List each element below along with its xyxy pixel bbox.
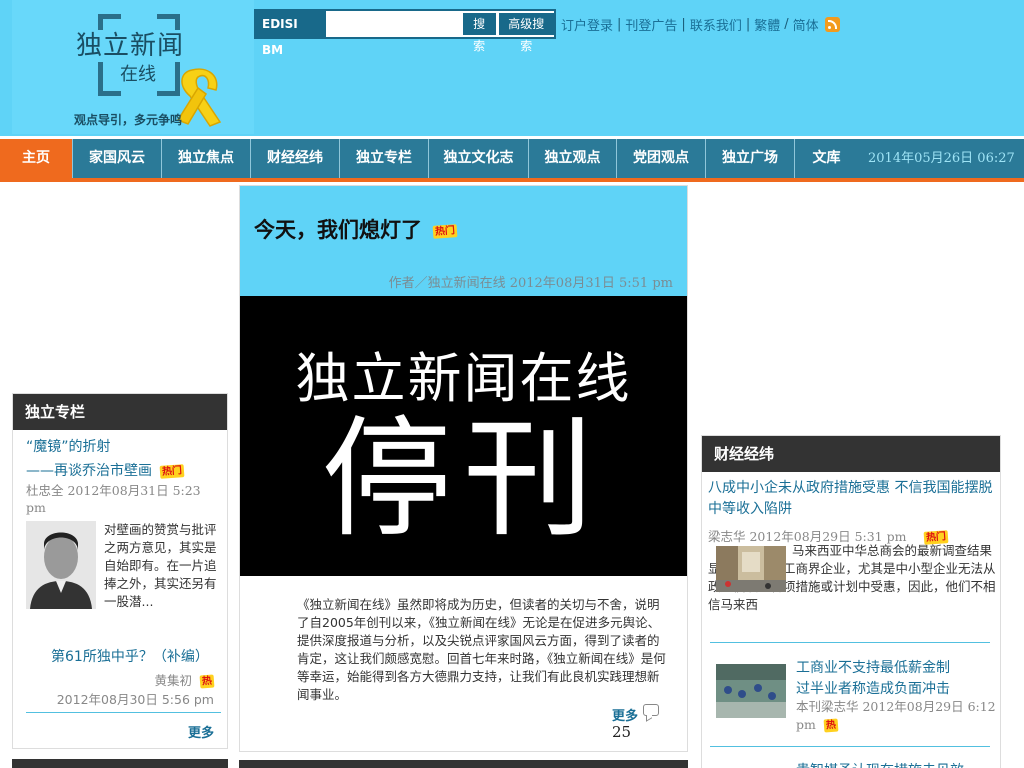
finance-box: 财经经纬 八成中小企未从政府措施受惠 不信我国能摆脱中等收入陷阱 梁志华 201… bbox=[701, 435, 1001, 768]
author-photo[interactable] bbox=[26, 521, 96, 609]
logo-main-text: 独立新闻 bbox=[74, 30, 187, 62]
search-input[interactable] bbox=[325, 12, 460, 36]
logo-tagline: 观点导引，多元争鸣 bbox=[74, 113, 183, 127]
column-article-title[interactable]: “魔镜”的折射 bbox=[26, 436, 111, 456]
column-article-2-title[interactable]: 第61所独中乎？（补编） bbox=[51, 646, 209, 666]
nav-item-archive[interactable]: 文库 bbox=[795, 139, 858, 178]
hot-badge: 热 bbox=[199, 674, 215, 689]
column-box-heading[interactable]: 独立专栏 bbox=[13, 394, 227, 430]
finance-article-title[interactable]: 八成中小企未从政府措施受惠 不信我国能摆脱中等收入陷阱 bbox=[708, 478, 998, 520]
separator: | bbox=[617, 17, 622, 32]
feature-title: 今天，我们熄灯了 热门 bbox=[254, 214, 458, 244]
feature-title-text[interactable]: 今天，我们熄灯了 bbox=[254, 218, 422, 242]
nav-item-focus[interactable]: 独立焦点 bbox=[162, 139, 251, 178]
column-article-2-author: 黄集初 热 bbox=[155, 670, 215, 689]
lang-separator: / bbox=[784, 17, 789, 32]
divider bbox=[710, 642, 990, 643]
nav-item-home[interactable]: 主页 bbox=[0, 139, 73, 178]
finance-article-2-title-line-2[interactable]: 过半业者称造成负面冲击 bbox=[796, 679, 996, 700]
advanced-search-button[interactable]: 高级搜索 bbox=[498, 13, 555, 53]
divider bbox=[26, 712, 221, 713]
banner-line-1: 独立新闻在线 bbox=[295, 347, 632, 410]
banner-line-2: 停刊 bbox=[321, 403, 606, 555]
finance-article-2-meta: 本刊梁志华 2012年08月29日 6:12 pm 热 bbox=[796, 698, 996, 734]
nav-item-forum[interactable]: 独立广场 bbox=[706, 139, 795, 178]
hot-badge: 热 bbox=[823, 718, 839, 733]
finance-article-2-photo[interactable] bbox=[716, 664, 786, 718]
feature-header: 今天，我们熄灯了 热门 作者／独立新闻在线 2012年08月31日 5:51 p… bbox=[240, 186, 687, 296]
feature-article: 今天，我们熄灯了 热门 作者／独立新闻在线 2012年08月31日 5:51 p… bbox=[239, 185, 688, 752]
nav-item-party-opinion[interactable]: 党团观点 bbox=[617, 139, 706, 178]
nav-item-finance[interactable]: 财经经纬 bbox=[251, 139, 340, 178]
separator: | bbox=[681, 17, 686, 32]
comment-count[interactable]: 25 bbox=[612, 723, 631, 741]
edition-label[interactable]: EDISI BM bbox=[256, 11, 326, 57]
column-article-excerpt: 对壁画的赞赏与批评之两方意见，其实是自始即有。在一片追捧之外，其实还另有一股潜.… bbox=[104, 522, 217, 609]
nav-item-culture[interactable]: 独立文化志 bbox=[429, 139, 529, 178]
rss-icon[interactable] bbox=[824, 17, 840, 32]
top-links: 订户登录 | 刊登广告 | 联系我们 | 繁體 / 简体 bbox=[561, 15, 840, 34]
current-date: 2014年05月26日 06:27 bbox=[868, 151, 1015, 166]
search-bar: EDISI BM 搜索 高级搜索 bbox=[254, 9, 556, 57]
divider bbox=[710, 746, 990, 747]
finance-article-3-title[interactable]: 贵智媒予认现在措施未见效 bbox=[796, 760, 964, 768]
finance-article-2-title: 工商业不支持最低薪金制 过半业者称造成负面冲击 bbox=[796, 658, 996, 700]
nav-item-opinion[interactable]: 独立观点 bbox=[529, 139, 617, 178]
simplified-chinese-link[interactable]: 简体 bbox=[793, 15, 819, 34]
finance-article-2-title-line-1[interactable]: 工商业不支持最低薪金制 bbox=[796, 658, 996, 679]
advertise-link[interactable]: 刊登广告 bbox=[625, 15, 677, 34]
column-article-2-date: 2012年08月30日 5:56 pm bbox=[56, 692, 214, 707]
factory-photo-icon bbox=[716, 664, 786, 718]
street-photo-icon bbox=[716, 546, 786, 592]
suspension-banner[interactable]: 独立新闻在线 停刊 bbox=[240, 296, 687, 576]
main-nav: 主页 家国风云 独立焦点 财经经纬 独立专栏 独立文化志 独立观点 党团观点 独… bbox=[0, 136, 1024, 182]
comment-icon[interactable] bbox=[643, 704, 659, 716]
subscriber-login-link[interactable]: 订户登录 bbox=[561, 15, 613, 34]
site-header: 独立新闻 在线 观点导引，多元争鸣 EDISI BM 搜索 高级搜索 订户登录 … bbox=[0, 0, 1024, 136]
feature-body: 《独立新闻在线》虽然即将成为历史，但读者的关切与不舍，说明了自2005年创刊以来… bbox=[297, 597, 666, 702]
next-box-heading bbox=[12, 759, 228, 768]
column-more-link[interactable]: 更多 bbox=[188, 722, 214, 741]
column-article-2-author-name: 黄集初 bbox=[154, 673, 193, 688]
column-box: 独立专栏 “魔镜”的折射 ——再谈乔治市壁画 热门 杜忠全 2012年08月31… bbox=[12, 393, 228, 749]
column-article-subtitle: ——再谈乔治市壁画 热门 bbox=[26, 460, 185, 480]
separator: | bbox=[745, 17, 751, 32]
feature-more-link[interactable]: 更多 bbox=[612, 705, 638, 724]
finance-box-heading[interactable]: 财经经纬 bbox=[702, 436, 1000, 472]
author-portrait-icon bbox=[26, 521, 96, 609]
traditional-chinese-link[interactable]: 繁體 bbox=[754, 15, 780, 34]
next-feature-heading bbox=[239, 760, 688, 768]
contact-us-link[interactable]: 联系我们 bbox=[690, 15, 742, 34]
site-logo[interactable]: 独立新闻 在线 观点导引，多元争鸣 bbox=[12, 0, 254, 134]
search-button[interactable]: 搜索 bbox=[462, 13, 496, 53]
finance-article-photo[interactable] bbox=[716, 546, 786, 592]
column-article-subtitle-text[interactable]: ——再谈乔治市壁画 bbox=[26, 463, 152, 479]
nav-item-national[interactable]: 家国风云 bbox=[73, 139, 162, 178]
column-article-meta: 杜忠全 2012年08月31日 5:23 pm bbox=[26, 483, 201, 515]
feature-author-line: 作者／独立新闻在线 2012年08月31日 5:51 pm bbox=[388, 276, 673, 291]
logo-sub-text: 在线 bbox=[120, 64, 156, 85]
nav-item-column[interactable]: 独立专栏 bbox=[340, 139, 429, 178]
hot-badge: 热门 bbox=[160, 463, 185, 479]
hot-badge: 热门 bbox=[432, 223, 458, 239]
